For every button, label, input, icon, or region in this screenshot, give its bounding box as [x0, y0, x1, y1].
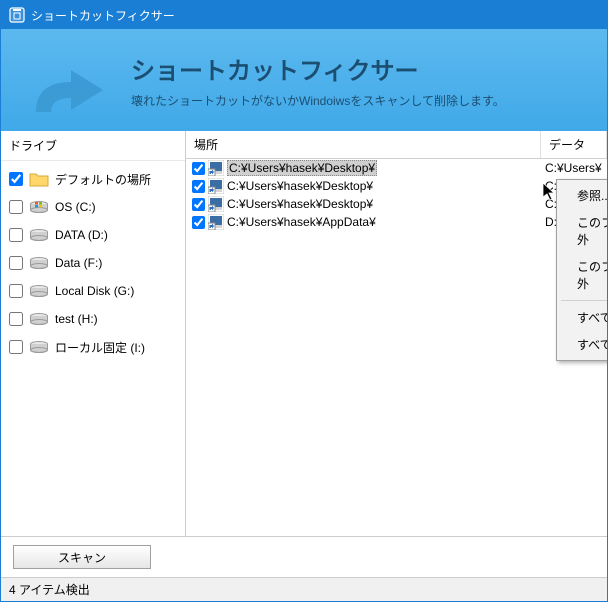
drive-item[interactable]: test (H:) [1, 305, 185, 333]
row-data: C:¥Users¥ [541, 161, 607, 175]
table-row[interactable]: C:¥Users¥hasek¥Desktop¥C:¥Users¥ [186, 177, 607, 195]
scan-button[interactable]: スキャン [13, 545, 151, 569]
row-checkbox[interactable] [192, 216, 205, 229]
row-checkbox[interactable] [192, 180, 205, 193]
drive-checkbox[interactable] [9, 284, 23, 298]
row-location: C:¥Users¥hasek¥Desktop¥ [227, 160, 377, 176]
menu-item[interactable]: 参照... [559, 182, 607, 209]
drive-label: Local Disk (G:) [55, 284, 134, 298]
drive-icon [29, 310, 49, 328]
shortcut-icon [208, 160, 224, 176]
column-data[interactable]: データ [541, 131, 607, 158]
banner-subheading: 壊れたショートカットがないかWindoiwsをスキャンして削除します。 [131, 92, 505, 109]
drive-label: DATA (D:) [55, 228, 108, 242]
banner: ショートカットフィクサー 壊れたショートカットがないかWindoiwsをスキャン… [1, 29, 607, 131]
menu-item[interactable]: このフォルダを除外 [559, 253, 607, 297]
drive-item[interactable]: Data (F:) [1, 249, 185, 277]
drive-checkbox[interactable] [9, 312, 23, 326]
drive-label: test (H:) [55, 312, 98, 326]
drive-icon [29, 170, 49, 188]
drive-checkbox[interactable] [9, 172, 23, 186]
button-bar: スキャン [1, 537, 607, 577]
row-checkbox[interactable] [192, 162, 205, 175]
results-header: 場所 データ [186, 131, 607, 159]
menu-item[interactable]: すべて選択 [559, 304, 607, 331]
shortcut-icon [208, 196, 224, 212]
drive-label: Data (F:) [55, 256, 102, 270]
context-menu: 参照...このファイルを除外このフォルダを除外すべて選択すべて選択解除 [556, 179, 607, 361]
table-row[interactable]: C:¥Users¥hasek¥Desktop¥C:¥WINDO [186, 195, 607, 213]
drive-item[interactable]: DATA (D:) [1, 221, 185, 249]
results-list: C:¥Users¥hasek¥Desktop¥ C:¥Users¥ C:¥Users… [186, 159, 607, 536]
table-row[interactable]: C:¥Users¥hasek¥AppData¥D:¥downlo [186, 213, 607, 231]
window-title: ショートカットフィクサー [31, 7, 175, 24]
results-pane: 場所 データ C:¥Users¥hasek¥Desktop¥C:¥Users¥C… [186, 131, 607, 536]
drive-icon [29, 198, 49, 216]
drive-icon [29, 282, 49, 300]
shortcut-icon [208, 178, 224, 194]
drive-checkbox[interactable] [9, 228, 23, 242]
app-icon [9, 7, 25, 23]
drive-list: デフォルトの場所 OS (C:) DATA (D:) Data (F:) Local D… [1, 161, 185, 536]
drive-label: デフォルトの場所 [55, 171, 151, 188]
drive-label: OS (C:) [55, 200, 96, 214]
drive-label: ローカル固定 (I:) [55, 339, 145, 356]
drive-checkbox[interactable] [9, 256, 23, 270]
column-location[interactable]: 場所 [186, 131, 541, 158]
drive-item[interactable]: ローカル固定 (I:) [1, 333, 185, 361]
drive-icon [29, 226, 49, 244]
row-location: C:¥Users¥hasek¥Desktop¥ [227, 197, 373, 211]
menu-item[interactable]: すべて選択解除 [559, 331, 607, 358]
drive-item[interactable]: OS (C:) [1, 193, 185, 221]
shortcut-icon [208, 214, 224, 230]
drive-checkbox[interactable] [9, 200, 23, 214]
drive-item[interactable]: Local Disk (G:) [1, 277, 185, 305]
drive-checkbox[interactable] [9, 340, 23, 354]
title-bar: ショートカットフィクサー [1, 1, 607, 29]
drive-icon [29, 338, 49, 356]
menu-item[interactable]: このファイルを除外 [559, 209, 607, 253]
drive-pane: ドライブ デフォルトの場所 OS (C:) DATA (D:) Data (F:) Lo… [1, 131, 186, 536]
table-row[interactable]: C:¥Users¥hasek¥Desktop¥ C:¥Users¥ [186, 159, 607, 177]
banner-arrow-icon [31, 67, 121, 127]
row-checkbox[interactable] [192, 198, 205, 211]
drive-item[interactable]: デフォルトの場所 [1, 165, 185, 193]
row-location: C:¥Users¥hasek¥Desktop¥ [227, 179, 373, 193]
drive-icon [29, 254, 49, 272]
menu-separator [561, 300, 607, 301]
drive-pane-header: ドライブ [1, 131, 185, 161]
status-bar: 4 アイテム検出 [1, 577, 607, 601]
row-location: C:¥Users¥hasek¥AppData¥ [227, 215, 376, 229]
banner-heading: ショートカットフィクサー [131, 51, 505, 86]
